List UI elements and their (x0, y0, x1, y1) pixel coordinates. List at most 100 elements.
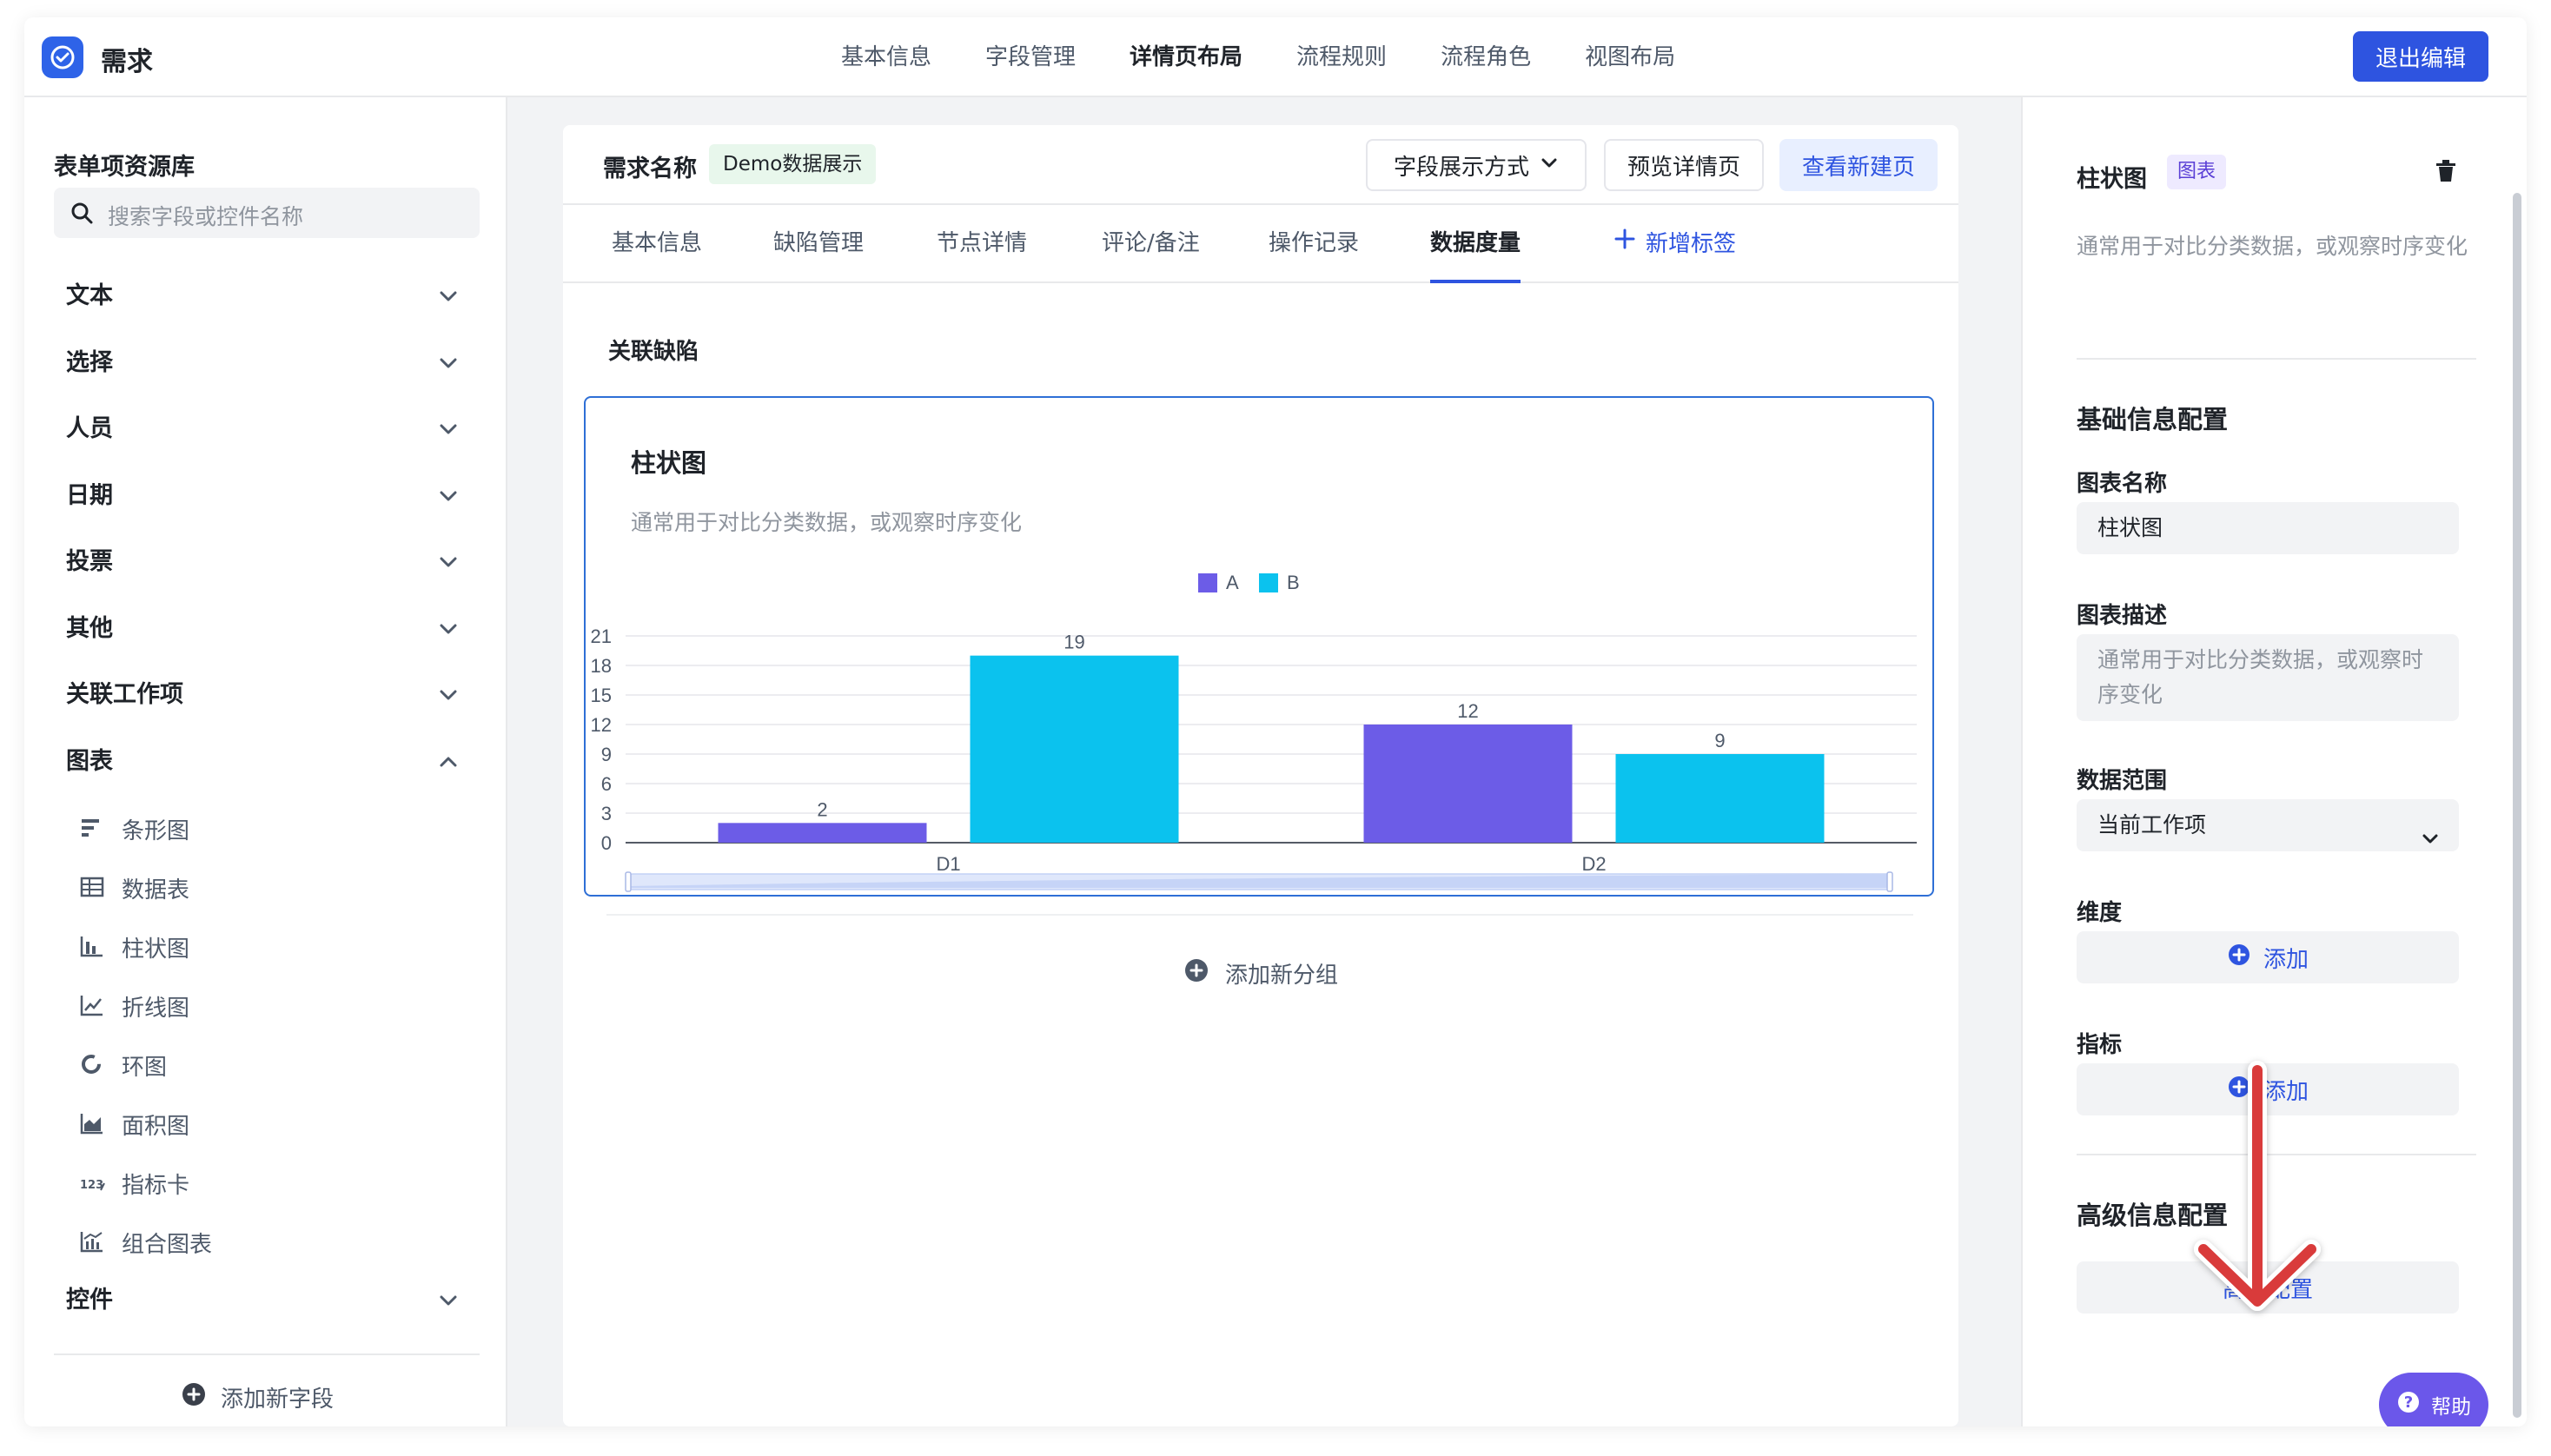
scrollbar[interactable] (2513, 193, 2521, 1418)
category-label: 关联工作项 (66, 681, 183, 708)
tab-node-details[interactable]: 节点详情 (937, 205, 1027, 283)
chart-item-label: 数据表 (122, 877, 190, 903)
category-other[interactable]: 其他 (66, 607, 474, 651)
category-select[interactable]: 选择 (66, 341, 474, 385)
annotation-arrow-icon (2194, 1061, 2321, 1311)
chevron-down-icon (438, 1291, 459, 1314)
x-tick-label: D2 (1581, 853, 1606, 875)
bar (1615, 754, 1825, 843)
chevron-down-icon (2421, 815, 2440, 867)
combo-chart-icon (80, 1230, 104, 1253)
top-bar: 需求 基本信息 字段管理 详情页布局 流程规则 流程角色 视图布局 退出编辑 (24, 17, 2527, 97)
chevron-down-icon (438, 553, 459, 575)
horizontal-bar-chart-icon (80, 817, 104, 839)
add-tab-button[interactable]: 新增标签 (1613, 205, 1736, 283)
category-people[interactable]: 人员 (66, 407, 474, 451)
data-label: 12 (1457, 700, 1478, 722)
category-label: 选择 (66, 349, 113, 376)
add-dimension-label: 添加 (2263, 946, 2309, 973)
category-label: 日期 (66, 482, 113, 509)
legend-swatch (1198, 573, 1217, 592)
add-group-label: 添加新分组 (1224, 962, 1338, 989)
chart-item-label: 组合图表 (122, 1232, 213, 1258)
chevron-down-icon (438, 619, 459, 642)
tab-basic-info[interactable]: 基本信息 (612, 205, 702, 283)
category-controls[interactable]: 控件 (66, 1279, 474, 1322)
sidebar-title: 表单项资源库 (54, 154, 195, 181)
field-display-dropdown[interactable]: 字段展示方式 (1366, 139, 1587, 191)
help-button[interactable]: ? 帮助 (2379, 1373, 2488, 1426)
chevron-down-icon (1540, 152, 1559, 178)
chart-item-label: 面积图 (122, 1114, 190, 1140)
tab-operation-log[interactable]: 操作记录 (1269, 205, 1359, 283)
y-tick-label: 15 (591, 685, 612, 706)
top-nav: 基本信息 字段管理 详情页布局 流程规则 流程角色 视图布局 (841, 17, 1729, 97)
config-title: 柱状图 (2077, 166, 2147, 193)
chart-name-input[interactable]: 柱状图 (2077, 502, 2459, 554)
y-tick-label: 12 (591, 714, 612, 736)
search-input[interactable]: 搜索字段或控件名称 (54, 188, 480, 238)
search-placeholder: 搜索字段或控件名称 (108, 204, 304, 229)
dimension-label: 维度 (2077, 900, 2123, 926)
add-field-label: 添加新字段 (221, 1386, 335, 1413)
chart-item-label: 指标卡 (122, 1173, 190, 1199)
basic-config-heading: 基础信息配置 (2077, 405, 2229, 434)
detail-tabs: 基本信息 缺陷管理 节点详情 评论/备注 操作记录 数据度量 新增标签 (563, 205, 1958, 283)
category-vote[interactable]: 投票 (66, 540, 474, 584)
chevron-down-icon (438, 287, 459, 309)
config-description: 通常用于对比分类数据，或观察时序变化 (2077, 234, 2468, 259)
top-nav-view-layout[interactable]: 视图布局 (1585, 17, 1675, 97)
category-text[interactable]: 文本 (66, 275, 474, 318)
bar (1363, 725, 1573, 843)
tab-defect-management[interactable]: 缺陷管理 (773, 205, 864, 283)
y-tick-label: 18 (591, 655, 612, 677)
x-tick-label: D1 (936, 853, 960, 875)
detail-layout-card: 需求名称 Demo数据展示 字段展示方式 预览详情页 查看新建页 基本信息 缺陷… (563, 125, 1958, 1426)
tab-comments[interactable]: 评论/备注 (1102, 205, 1200, 283)
preview-detail-button[interactable]: 预览详情页 (1604, 139, 1764, 191)
chart-item-label: 环图 (122, 1055, 168, 1081)
chevron-down-icon (438, 354, 459, 376)
chart-type-badge: 图表 (2167, 155, 2227, 189)
sidebar-divider (54, 1353, 480, 1355)
category-date[interactable]: 日期 (66, 474, 474, 518)
app-window: 需求 基本信息 字段管理 详情页布局 流程规则 流程角色 视图布局 退出编辑 表… (24, 17, 2527, 1426)
chart-widget[interactable]: 柱状图 通常用于对比分类数据，或观察时序变化 A B 0 3 6 9 12 15 18 21 2 19… (584, 396, 1934, 897)
donut-chart-icon (80, 1053, 104, 1075)
bar (718, 823, 927, 843)
chart-desc-label: 图表描述 (2077, 603, 2168, 629)
top-nav-field-management[interactable]: 字段管理 (985, 17, 1076, 97)
category-label: 人员 (66, 415, 113, 442)
top-nav-basic-info[interactable]: 基本信息 (841, 17, 931, 97)
exit-edit-button[interactable]: 退出编辑 (2353, 31, 2488, 82)
tab-data-metrics[interactable]: 数据度量 (1430, 205, 1521, 283)
category-charts[interactable]: 图表 (66, 740, 474, 784)
area-chart-icon (80, 1112, 104, 1135)
add-dimension-button[interactable]: 添加 (2077, 931, 2459, 983)
chart-name-label: 图表名称 (2077, 471, 2168, 497)
y-tick-label: 21 (591, 625, 612, 647)
data-range-value: 当前工作项 (2097, 812, 2207, 837)
zoom-handle-right (1886, 871, 1893, 892)
category-label: 文本 (66, 282, 113, 309)
app-logo-icon (42, 36, 83, 78)
add-field-button[interactable]: 添加新字段 (181, 1373, 334, 1421)
trash-icon[interactable] (2433, 158, 2459, 188)
plus-circle-icon (2227, 943, 2251, 973)
data-range-select[interactable]: 当前工作项 (2077, 799, 2459, 851)
plus-icon (1613, 206, 1637, 282)
top-nav-detail-layout[interactable]: 详情页布局 (1130, 17, 1242, 97)
add-group-button[interactable]: 添加新分组 (563, 949, 1958, 997)
data-range-label: 数据范围 (2077, 768, 2168, 794)
chevron-up-icon (438, 752, 459, 775)
category-linked-items[interactable]: 关联工作项 (66, 673, 474, 717)
field-display-label: 字段展示方式 (1393, 154, 1529, 181)
top-nav-flow-roles[interactable]: 流程角色 (1441, 17, 1531, 97)
view-new-page-button[interactable]: 查看新建页 (1779, 139, 1938, 191)
chart-desc-textarea[interactable]: 通常用于对比分类数据，或观察时序变化 (2077, 634, 2459, 721)
question-icon: ? (2396, 1390, 2421, 1420)
add-tab-label: 新增标签 (1646, 231, 1737, 257)
column-chart-icon (80, 935, 104, 957)
top-nav-flow-rules[interactable]: 流程规则 (1296, 17, 1387, 97)
data-label: 9 (1714, 730, 1725, 751)
